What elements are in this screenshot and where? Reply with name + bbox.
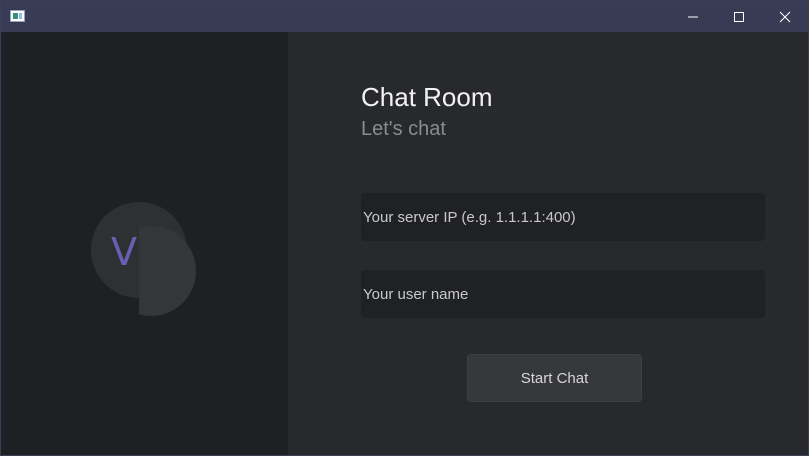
login-panel: Chat Room Let's chat Start Chat [288, 32, 808, 455]
close-icon [779, 11, 791, 22]
page-title: Chat Room [361, 82, 493, 112]
window-app-icon [10, 10, 25, 22]
page-subtitle: Let's chat [361, 118, 446, 140]
logo-letter: V [111, 230, 137, 274]
close-button[interactable] [762, 1, 808, 32]
user-name-input[interactable] [361, 270, 765, 318]
maximize-button[interactable] [716, 1, 762, 32]
app-window: V Chat Room Let's chat Start Chat [0, 0, 809, 456]
app-logo: V [91, 202, 201, 320]
minimize-button[interactable] [670, 1, 716, 32]
title-bar[interactable] [1, 1, 808, 32]
start-chat-button[interactable]: Start Chat [467, 354, 642, 402]
maximize-icon [734, 11, 744, 22]
server-ip-input[interactable] [361, 193, 765, 241]
minimize-icon [688, 16, 698, 17]
branding-panel: V [1, 32, 288, 455]
